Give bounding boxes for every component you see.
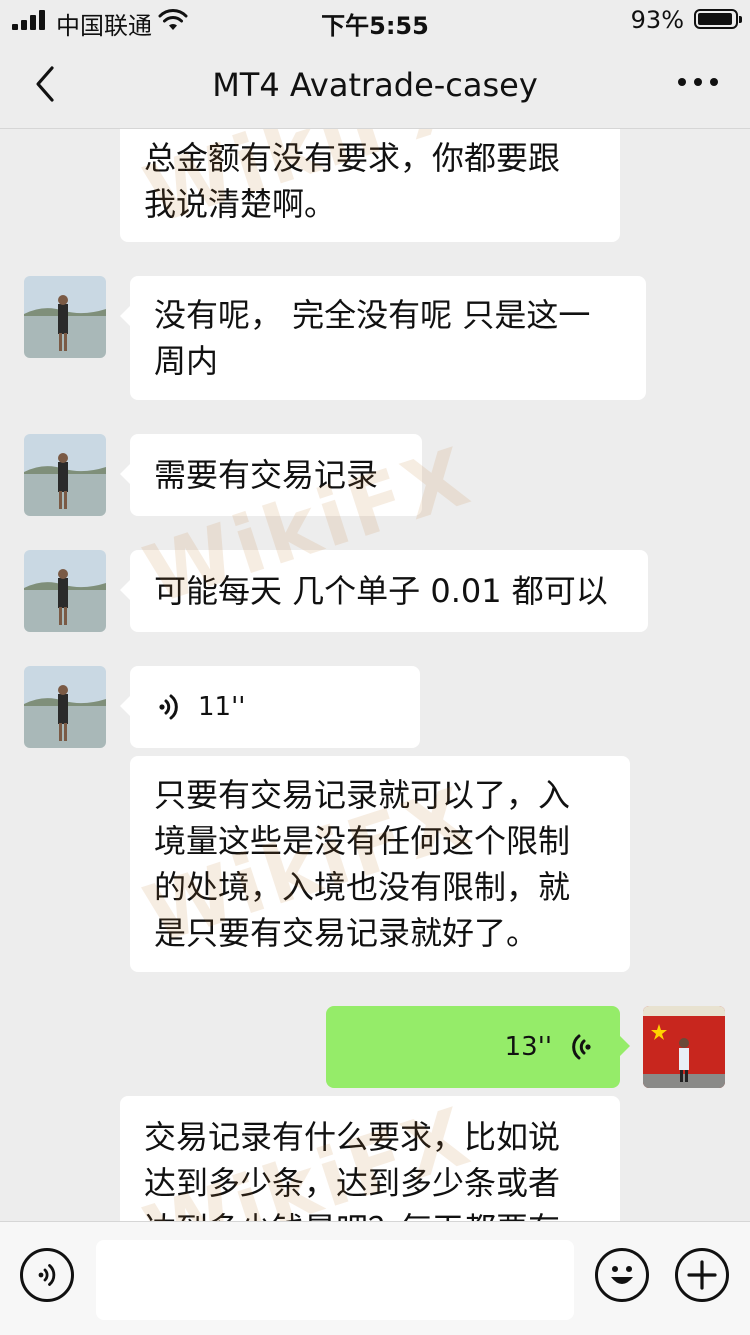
voice-duration: 13'' [504,1032,552,1062]
message-line: 的处境，入境也没有限制，就 [154,868,571,906]
message-input[interactable] [96,1240,574,1320]
contact-avatar[interactable] [24,666,106,748]
message-line: 可能每天 几个单子 0.01 都可以 [154,572,608,610]
battery-percent: 93% [630,6,684,34]
message-bubble-contact[interactable]: 需要有交易记录 [120,434,422,516]
message-line: 只要有交易记录就可以了，入 [154,776,571,814]
voice-message-self[interactable]: 13'' [326,1006,630,1088]
contact-avatar[interactable] [24,434,106,516]
message-line: 没有呢， 完全没有呢 只是这一 [154,296,591,334]
chat-header: MT4 Avatrade-casey [0,40,750,129]
battery-icon [694,9,742,29]
message-line: 周内 [154,342,219,380]
message-bubble-contact[interactable]: 可能每天 几个单子 0.01 都可以 [120,550,648,632]
plus-icon[interactable] [675,1248,729,1302]
message-line: 总金额有没有要求，你都要跟 [144,139,561,177]
voice-duration: 11'' [198,692,246,722]
message-bubble-contact[interactable]: 没有呢， 完全没有呢 只是这一 周内 [120,276,646,400]
message-bubble-self[interactable]: 交易记录有什么要求，比如说 达到多少条，达到多少条或者 达到多少钱是吧？每天都要… [120,1096,620,1221]
self-avatar[interactable] [643,1006,725,1088]
message-line: 达到多少钱是吧？每天都要有 [144,1206,596,1221]
message-line: 我说清楚啊。 [144,185,337,223]
voice-input-icon[interactable] [20,1248,74,1302]
message-line: 境量这些是没有任何这个限制 [154,822,571,860]
input-bar [0,1221,750,1335]
message-bubble-contact[interactable]: 只要有交易记录就可以了，入 境量这些是没有任何这个限制 的处境，入境也没有限制，… [130,756,630,972]
contact-avatar[interactable] [24,550,106,632]
message-line: 是只要有交易记录就好了。 [154,914,539,952]
voice-wave-icon [159,694,178,720]
message-line: 达到多少条，达到多少条或者 [144,1164,561,1202]
emoji-icon[interactable] [595,1248,649,1302]
chat-title: MT4 Avatrade-casey [212,66,538,104]
message-list[interactable]: 总金额有没有要求，你都要跟 我说清楚啊。 没有呢， 完全没有呢 只是这一 周内 [0,129,750,1221]
message-bubble-self[interactable]: 总金额有没有要求，你都要跟 我说清楚啊。 [120,129,620,242]
contact-avatar[interactable] [24,276,106,358]
status-bar: 中国联通 下午5:55 93% [0,0,750,40]
message-line: 交易记录有什么要求，比如说 [144,1118,561,1156]
voice-wave-icon [572,1034,591,1060]
battery-fill [698,13,732,25]
message-line: 需要有交易记录 [154,456,379,494]
voice-message-contact[interactable]: 11'' [120,666,420,748]
more-dots-icon[interactable] [676,70,720,94]
